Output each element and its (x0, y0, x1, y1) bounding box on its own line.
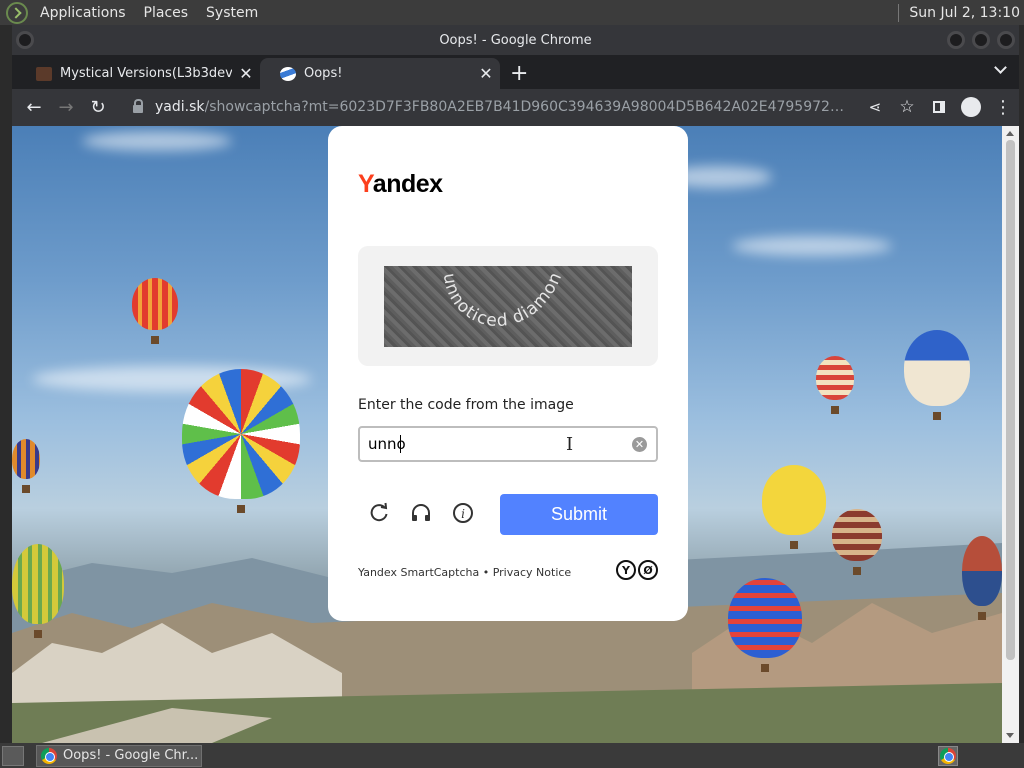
profile-avatar-icon[interactable] (955, 91, 987, 123)
show-desktop-button[interactable] (2, 745, 24, 766)
window-title: Oops! - Google Chrome (439, 32, 592, 48)
page-scrollbar[interactable] (1002, 126, 1019, 743)
side-panel-icon[interactable] (923, 91, 955, 123)
yandex-badge-icon: Y (616, 560, 636, 580)
cloud (82, 131, 232, 151)
captcha-image-frame: unnoticed diamond (358, 246, 658, 366)
url-host: yadi.sk (155, 99, 205, 115)
smartcaptcha-link[interactable]: Yandex SmartCaptcha (358, 566, 479, 579)
address-bar[interactable]: yadi.sk /showcaptcha?mt=6023D7F3FB80A2EB… (123, 91, 853, 123)
hot-air-balloon (904, 330, 970, 420)
close-tab-icon[interactable]: ✕ (472, 64, 500, 83)
back-arrow-icon[interactable]: ← (18, 92, 50, 124)
footer-separator: • (479, 566, 493, 579)
audio-captcha-headphones-icon[interactable] (408, 500, 434, 526)
logo-letter-y: Y (358, 170, 373, 198)
taskbar: Oops! - Google Chr... (0, 743, 1024, 768)
info-icon[interactable]: i (450, 500, 476, 526)
captcha-image: unnoticed diamond (384, 266, 632, 347)
hot-air-balloon (962, 536, 1002, 620)
tab-title: Oops! (304, 66, 343, 81)
yandex-disk-favicon-icon (280, 66, 296, 81)
maximize-button[interactable] (972, 31, 990, 49)
hot-air-balloon (132, 278, 178, 344)
slashed-circle-badge-icon: Ø (638, 560, 658, 580)
site-favicon-icon (36, 66, 52, 81)
browser-window: Oops! - Google Chrome Mystical Versions(… (12, 25, 1019, 743)
taskbar-chrome-window[interactable]: Oops! - Google Chr... (36, 744, 202, 767)
yandex-logo: Yandex (358, 170, 443, 199)
menu-applications[interactable]: Applications (34, 5, 132, 21)
captcha-footer: Yandex SmartCaptcha • Privacy Notice (358, 566, 571, 579)
share-icon[interactable]: ⋖ (859, 91, 891, 123)
url-path: /showcaptcha?mt=6023D7F3FB80A2EB7B41D960… (204, 99, 845, 115)
tab-mystical-versions[interactable]: Mystical Versions(L3b3devd1m ✕ (16, 58, 260, 89)
refresh-captcha-icon[interactable] (366, 500, 392, 526)
mouse-ibeam-cursor: I (566, 434, 574, 455)
hot-air-balloon (182, 369, 300, 513)
privacy-notice-link[interactable]: Privacy Notice (493, 566, 571, 579)
captcha-card: Yandex unnoticed diamond Enter the code … (328, 126, 688, 621)
hot-air-balloon (12, 439, 40, 493)
system-logo-icon[interactable] (6, 1, 28, 24)
close-window-button[interactable] (997, 31, 1015, 49)
captcha-distorted-text: unnoticed diamond (384, 266, 566, 331)
more-menu-icon[interactable]: ⋮ (987, 91, 1019, 123)
svg-text:i: i (461, 507, 465, 521)
text-caret (400, 435, 401, 453)
tab-strip: Mystical Versions(L3b3devd1m ✕ Oops! ✕ + (12, 55, 1019, 89)
logo-rest: andex (372, 170, 443, 198)
window-titlebar[interactable]: Oops! - Google Chrome (12, 25, 1019, 55)
hot-air-balloon (816, 356, 854, 414)
tab-title: Mystical Versions(L3b3devd1m (60, 66, 232, 81)
tab-oops[interactable]: Oops! ✕ (260, 58, 500, 89)
toolbar-actions: ⋖ ☆ ⋮ (859, 91, 1019, 123)
tray-chrome-icon[interactable] (938, 746, 958, 766)
close-tab-icon[interactable]: ✕ (232, 64, 260, 83)
tab-search-chevron-icon[interactable] (994, 61, 1007, 74)
clear-input-icon[interactable]: ✕ (632, 437, 647, 452)
submit-button[interactable]: Submit (500, 494, 658, 535)
minimize-button[interactable] (947, 31, 965, 49)
reload-icon[interactable]: ↻ (82, 92, 114, 124)
forward-arrow-icon[interactable]: → (50, 92, 82, 124)
smartcaptcha-badges: Y Ø (616, 560, 658, 580)
cloud (732, 236, 892, 256)
captcha-code-input[interactable] (358, 426, 658, 462)
hot-air-balloon (762, 465, 826, 549)
scroll-down-arrow-icon[interactable] (1006, 733, 1014, 738)
new-tab-plus-icon[interactable]: + (510, 61, 528, 86)
system-panel: Applications Places System Sun Jul 2, 13… (0, 0, 1024, 25)
scroll-up-arrow-icon[interactable] (1006, 131, 1014, 136)
system-clock[interactable]: Sun Jul 2, 13:10 (898, 0, 1020, 25)
hot-air-balloon (832, 509, 882, 575)
window-menu-button[interactable] (16, 31, 34, 49)
browser-toolbar: ← → ↻ yadi.sk /showcaptcha?mt=6023D7F3FB… (12, 89, 1019, 126)
menu-system[interactable]: System (200, 5, 264, 21)
chrome-icon (41, 747, 57, 764)
hot-air-balloon (12, 544, 64, 638)
captcha-prompt: Enter the code from the image (358, 397, 574, 413)
hot-air-balloon (728, 578, 802, 672)
bookmark-star-icon[interactable]: ☆ (891, 91, 923, 123)
taskbar-window-label: Oops! - Google Chr... (63, 748, 199, 763)
scroll-thumb[interactable] (1006, 140, 1015, 660)
menu-places[interactable]: Places (138, 5, 195, 21)
lock-icon[interactable] (133, 99, 143, 113)
